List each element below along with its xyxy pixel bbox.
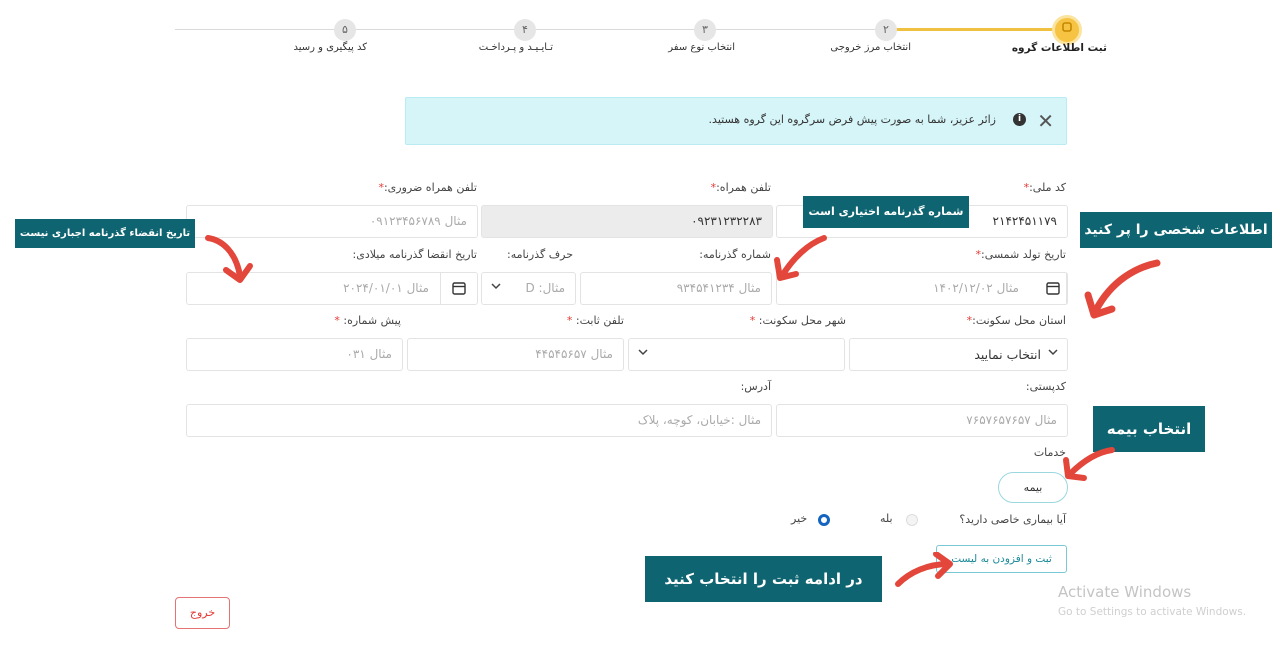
step-number: ۵ [334, 19, 356, 41]
step-label: ثبت اطلاعات گروه [1011, 42, 1107, 54]
chevron-down-icon [1048, 347, 1058, 360]
city-select[interactable] [628, 338, 845, 371]
passport-number-label: شماره گذرنامه: [699, 248, 771, 261]
passport-letter-select[interactable]: مثال: D [481, 272, 576, 305]
calendar-icon[interactable] [452, 281, 466, 298]
disease-question: آیا بیماری خاصی دارید؟ [959, 513, 1066, 526]
step-group-info[interactable]: ثبت اطلاعات گروه [987, 14, 1147, 54]
chevron-down-icon [491, 281, 501, 294]
callout-passport-optional: شماره گذرنامه اختیاری است [803, 196, 969, 228]
postal-code-field[interactable]: مثال ۷۶۵۷۶۵۷۶۵۷ [776, 404, 1068, 437]
national-code-label: کد ملی:* [1024, 181, 1066, 194]
disease-no-radio[interactable] [818, 514, 830, 526]
passport-letter-placeholder: مثال: D [525, 281, 565, 295]
step-number: ۲ [875, 19, 897, 41]
emergency-mobile-label: تلفن همراه ضروری:* [378, 181, 477, 194]
passport-expiry-placeholder: مثال ۲۰۲۴/۰۱/۰۱ [343, 281, 429, 295]
area-code-label: پیش شماره: * [334, 314, 401, 327]
step-label: انتخاب نوع سفر [668, 42, 735, 53]
address-field[interactable]: مثال :خیابان، کوچه، پلاک [186, 404, 772, 437]
label-text: تلفن ثابت: [575, 314, 624, 327]
province-value: انتخاب نمایید [974, 347, 1041, 362]
passport-number-placeholder: مثال ۹۳۴۵۴۱۲۳۴ [676, 281, 761, 295]
arrow-select-insurance [1063, 447, 1115, 481]
label-text: تلفن همراه ضروری: [383, 181, 477, 194]
disease-yes-label: بله [880, 512, 893, 525]
arrow-personal-info [1084, 259, 1161, 319]
disease-no-label: خیر [791, 512, 808, 525]
postal-code-placeholder: مثال ۷۶۵۷۶۵۷۶۵۷ [966, 413, 1057, 427]
area-code-field[interactable]: مثال ۰۳۱ [186, 338, 403, 371]
mobile-label: تلفن همراه:* [711, 181, 771, 194]
step-label: کد پیگیری و رسید [293, 42, 367, 53]
required-mark: * [566, 314, 576, 327]
chevron-down-icon [638, 347, 648, 360]
birth-date-placeholder: مثال ۱۴۰۲/۱۲/۰۲ [933, 281, 1019, 295]
birth-date-label: تاریخ تولد شمسی:* [975, 248, 1066, 261]
area-code-placeholder: مثال ۰۳۱ [346, 347, 392, 361]
label-text: تلفن همراه: [716, 181, 771, 194]
step-number: ۳ [694, 19, 716, 41]
province-label: استان محل سکونت:* [967, 314, 1066, 327]
divider [440, 273, 441, 304]
alert-text: زائر عزیز، شما به صورت پیش فرض سرگروه ای… [708, 113, 996, 126]
national-code-value: ۲۱۴۲۴۵۱۱۷۹ [992, 214, 1057, 228]
label-text: شهر محل سکونت: [758, 314, 846, 327]
step-trip-type[interactable]: ۳ انتخاب نوع سفر [625, 14, 785, 53]
arrow-then-save [895, 552, 953, 587]
province-select[interactable]: انتخاب نمایید [849, 338, 1068, 371]
step-label: انتخاب مرز خروجی [830, 42, 911, 53]
mobile-value: ۰۹۲۳۱۲۳۲۲۸۳ [691, 214, 762, 228]
step-confirm-pay[interactable]: ۴ تـایـیـد و پـرداخـت [445, 14, 605, 53]
step-exit-border[interactable]: ۲ انتخاب مرز خروجی [806, 14, 966, 53]
address-placeholder: مثال :خیابان، کوچه، پلاک [637, 413, 761, 427]
address-label: آدرس: [740, 380, 771, 393]
passport-expiry-label: تاریخ انقضا گذرنامه میلادی: [352, 248, 477, 261]
arrow-passport-optional [774, 235, 827, 281]
spacer2 [1066, 273, 1067, 304]
callout-personal-info: اطلاعات شخصی را پر کنید [1080, 212, 1272, 248]
callout-expiry-optional: تاریخ انقضاء گذرنامه اجباری نیست [15, 219, 195, 248]
landline-field[interactable]: مثال ۴۴۵۴۵۶۵۷ [407, 338, 624, 371]
info-alert: ✕ زائر عزیز، شما به صورت پیش فرض سرگروه … [405, 97, 1067, 145]
activate-windows-subtitle: Go to Settings to activate Windows. [1058, 606, 1247, 618]
label-text: تاریخ تولد شمسی: [980, 248, 1066, 261]
arrow-expiry-optional [205, 235, 253, 283]
insurance-button[interactable]: بیمه [998, 472, 1068, 503]
label-text: پیش شماره: [343, 314, 401, 327]
landline-label: تلفن ثابت: * [567, 314, 624, 327]
passport-letter-label: حرف گذرنامه: [507, 248, 573, 261]
info-icon: i [1013, 113, 1026, 126]
callout-then-save: در ادامه ثبت را انتخاب کنید [645, 556, 882, 602]
exit-button[interactable]: خروج [175, 597, 230, 629]
close-icon[interactable]: ✕ [1037, 111, 1054, 131]
activate-windows-title: Activate Windows [1058, 583, 1192, 601]
progress-stepper: ثبت اطلاعات گروه ۲ انتخاب مرز خروجی ۳ ان… [175, 14, 1107, 64]
label-text: کد ملی: [1029, 181, 1066, 194]
landline-placeholder: مثال ۴۴۵۴۵۶۵۷ [535, 347, 613, 361]
postal-code-label: کدپستی: [1025, 380, 1066, 393]
city-label: شهر محل سکونت: * [750, 314, 846, 327]
disease-yes-radio[interactable] [906, 514, 918, 526]
mobile-field[interactable]: ۰۹۲۳۱۲۳۲۲۸۳ [481, 205, 773, 238]
passport-number-field[interactable]: مثال ۹۳۴۵۴۱۲۳۴ [580, 272, 772, 305]
calendar-icon[interactable] [1046, 281, 1060, 298]
label-text: استان محل سکونت: [972, 314, 1066, 327]
required-mark: * [749, 314, 759, 327]
step-number: ۴ [514, 19, 536, 41]
emergency-mobile-placeholder: مثال ۰۹۱۲۳۴۵۶۷۸۹ [369, 214, 467, 228]
step-active-icon [1052, 15, 1082, 45]
step-tracking[interactable]: ۵ کد پیگیری و رسید [265, 14, 425, 53]
step-label: تـایـیـد و پـرداخـت [478, 42, 553, 53]
